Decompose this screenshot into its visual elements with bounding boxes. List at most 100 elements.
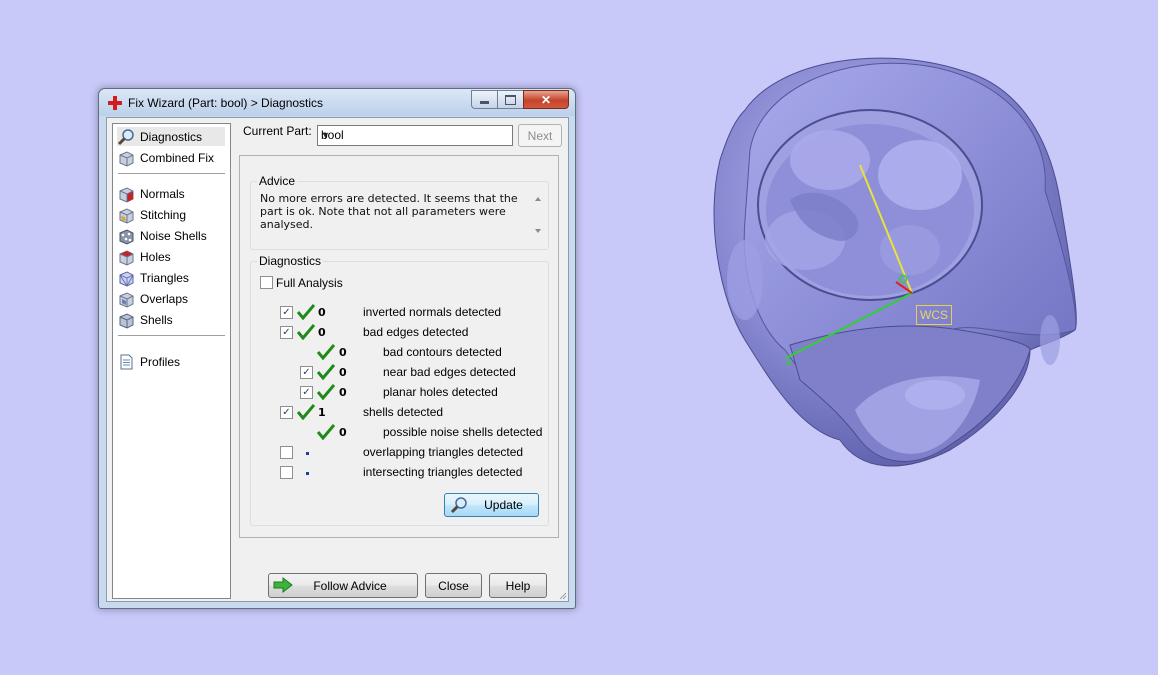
- row-text: planar holes detected: [383, 385, 498, 399]
- next-button-label: Next: [527, 128, 553, 143]
- document-icon: [120, 354, 133, 369]
- nav-label: Combined Fix: [140, 150, 215, 165]
- row-count: 0: [339, 426, 347, 439]
- cube-combined-icon: [119, 150, 134, 167]
- help-button[interactable]: Help: [489, 573, 547, 598]
- window-title: Fix Wizard (Part: bool) > Diagnostics: [128, 96, 324, 110]
- cube-stitching-icon: [119, 207, 134, 224]
- cube-triangles-icon: [119, 270, 134, 287]
- pending-dot-icon: [306, 472, 309, 475]
- nav-item-stitching[interactable]: Stitching: [117, 205, 225, 224]
- green-check-icon: [317, 424, 335, 440]
- row-checkbox-bad-edges[interactable]: ✓: [280, 326, 293, 339]
- maximize-button[interactable]: [497, 90, 523, 109]
- help-button-label: Help: [505, 578, 531, 593]
- update-button[interactable]: Update: [444, 493, 539, 517]
- row-text: bad contours detected: [383, 345, 502, 359]
- nav-item-profiles[interactable]: Profiles: [117, 352, 225, 371]
- nav-separator: [118, 335, 225, 336]
- nav-item-combined-fix[interactable]: Combined Fix: [117, 148, 225, 167]
- nav-label: Triangles: [140, 270, 189, 285]
- close-icon: ✕: [540, 92, 552, 107]
- nav-label: Overlaps: [140, 291, 189, 306]
- chevron-down-icon: ▼: [321, 130, 330, 140]
- follow-advice-button[interactable]: Follow Advice: [268, 573, 418, 598]
- row-text: shells detected: [363, 405, 444, 419]
- green-check-icon: [297, 404, 315, 420]
- current-part-select[interactable]: bool ▼: [317, 125, 513, 146]
- advice-text: No more errors are detected. It seems th…: [260, 192, 518, 231]
- row-count: 1: [318, 406, 326, 419]
- close-button[interactable]: Close: [425, 573, 482, 598]
- close-button-label: Close: [438, 578, 469, 593]
- nav-label: Holes: [140, 249, 171, 264]
- wizard-client-area: Diagnostics Combined Fix Normals Stitchi…: [106, 117, 569, 602]
- green-check-icon: [297, 324, 315, 340]
- row-checkbox-inverted-normals[interactable]: ✓: [280, 306, 293, 319]
- nav-item-holes[interactable]: Holes: [117, 247, 225, 266]
- red-cross-icon: [108, 96, 122, 110]
- row-count: 0: [318, 326, 326, 339]
- magnifier-icon: [117, 128, 134, 145]
- row-text: bad edges detected: [363, 325, 469, 339]
- cube-shells-icon: [119, 312, 134, 329]
- row-text: inverted normals detected: [363, 305, 502, 319]
- nav-label: Noise Shells: [140, 228, 207, 243]
- diagnostics-panel: Advice No more errors are detected. It s…: [239, 155, 559, 538]
- follow-advice-label: Follow Advice: [313, 578, 387, 593]
- next-button[interactable]: Next: [518, 124, 562, 147]
- title-bar[interactable]: Fix Wizard (Part: bool) > Diagnostics ✕: [99, 89, 575, 116]
- row-text: intersecting triangles detected: [363, 465, 523, 479]
- row-count: 0: [339, 386, 347, 399]
- nav-item-shells[interactable]: Shells: [117, 310, 225, 329]
- row-text: possible noise shells detected: [383, 425, 543, 439]
- nav-label: Diagnostics: [140, 129, 203, 144]
- part-3d-model[interactable]: ×: [700, 40, 1100, 500]
- row-checkbox-shells[interactable]: ✓: [280, 406, 293, 419]
- full-analysis-checkbox[interactable]: [260, 276, 273, 289]
- row-checkbox-near-bad-edges[interactable]: ✓: [300, 366, 313, 379]
- nav-item-noise-shells[interactable]: Noise Shells: [117, 226, 225, 245]
- advice-scrollbar[interactable]: [531, 192, 545, 238]
- svg-text:×: ×: [784, 356, 793, 369]
- green-arrow-icon: [273, 577, 293, 593]
- cube-holes-icon: [119, 249, 134, 266]
- nav-item-overlaps[interactable]: Overlaps: [117, 289, 225, 308]
- minimize-icon: [480, 100, 489, 104]
- cube-noise-icon: [119, 228, 134, 245]
- wizard-nav-list: Diagnostics Combined Fix Normals Stitchi…: [112, 123, 231, 599]
- green-check-icon: [317, 384, 335, 400]
- nav-label: Normals: [140, 186, 185, 201]
- green-check-icon: [317, 344, 335, 360]
- row-checkbox-planar-holes[interactable]: ✓: [300, 386, 313, 399]
- resize-grip-icon[interactable]: [557, 590, 567, 600]
- maximize-icon: [505, 94, 516, 105]
- magnifier-icon: [451, 497, 467, 514]
- cube-normals-icon: [119, 186, 134, 203]
- row-checkbox-intersecting-triangles[interactable]: [280, 466, 293, 479]
- green-check-icon: [297, 304, 315, 320]
- nav-item-normals[interactable]: Normals: [117, 184, 225, 203]
- row-count: 0: [318, 306, 326, 319]
- current-part-label: Current Part:: [243, 124, 312, 138]
- pending-dot-icon: [306, 452, 309, 455]
- close-window-button[interactable]: ✕: [523, 90, 569, 109]
- green-check-icon: [317, 364, 335, 380]
- nav-item-triangles[interactable]: Triangles: [117, 268, 225, 287]
- nav-label: Stitching: [140, 207, 187, 222]
- update-button-label: Update: [484, 498, 523, 512]
- nav-label: Shells: [140, 312, 173, 327]
- nav-separator: [118, 173, 225, 174]
- wcs-label: WCS: [916, 305, 952, 325]
- fix-wizard-window[interactable]: Fix Wizard (Part: bool) > Diagnostics ✕ …: [98, 88, 576, 609]
- row-count: 0: [339, 366, 347, 379]
- advice-group: Advice No more errors are detected. It s…: [250, 174, 549, 250]
- row-count: 0: [339, 346, 347, 359]
- cube-overlaps-icon: [119, 291, 134, 308]
- minimize-button[interactable]: [471, 90, 497, 109]
- nav-item-diagnostics[interactable]: Diagnostics: [117, 127, 225, 146]
- row-text: overlapping triangles detected: [363, 445, 524, 459]
- row-checkbox-overlapping-triangles[interactable]: [280, 446, 293, 459]
- diagnostics-group-title: Diagnostics: [257, 254, 324, 268]
- full-analysis-label: Full Analysis: [276, 276, 343, 290]
